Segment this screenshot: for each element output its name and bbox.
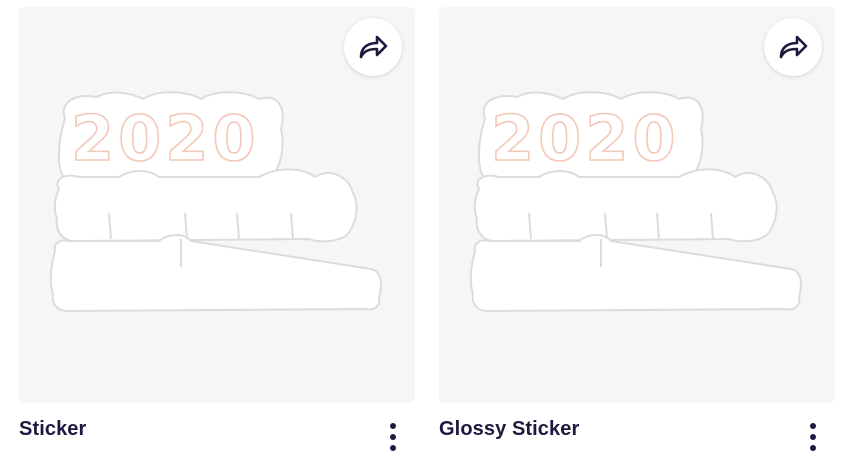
- share-arrow-icon: [359, 35, 388, 59]
- share-button[interactable]: [764, 18, 822, 76]
- more-vertical-icon: [810, 423, 816, 429]
- sticker-art-text: 2020: [71, 102, 260, 175]
- product-card: 2020 Sticker: [19, 7, 415, 461]
- share-arrow-icon: [779, 35, 808, 59]
- product-card: 2020 Glossy Sticker: [439, 7, 835, 461]
- product-image[interactable]: 2020: [19, 7, 415, 403]
- product-grid: 2020 Sticker 2020 Glossy Sticker: [0, 0, 843, 468]
- product-title[interactable]: Glossy Sticker: [439, 418, 579, 441]
- share-button[interactable]: [344, 18, 402, 76]
- more-options-button[interactable]: [381, 421, 405, 453]
- product-image[interactable]: 2020: [439, 7, 835, 403]
- product-meta: Sticker: [19, 403, 415, 461]
- sticker-art-text: 2020: [491, 102, 680, 175]
- product-title[interactable]: Sticker: [19, 418, 86, 441]
- more-options-button[interactable]: [801, 421, 825, 453]
- product-meta: Glossy Sticker: [439, 403, 835, 461]
- more-vertical-icon: [390, 423, 396, 429]
